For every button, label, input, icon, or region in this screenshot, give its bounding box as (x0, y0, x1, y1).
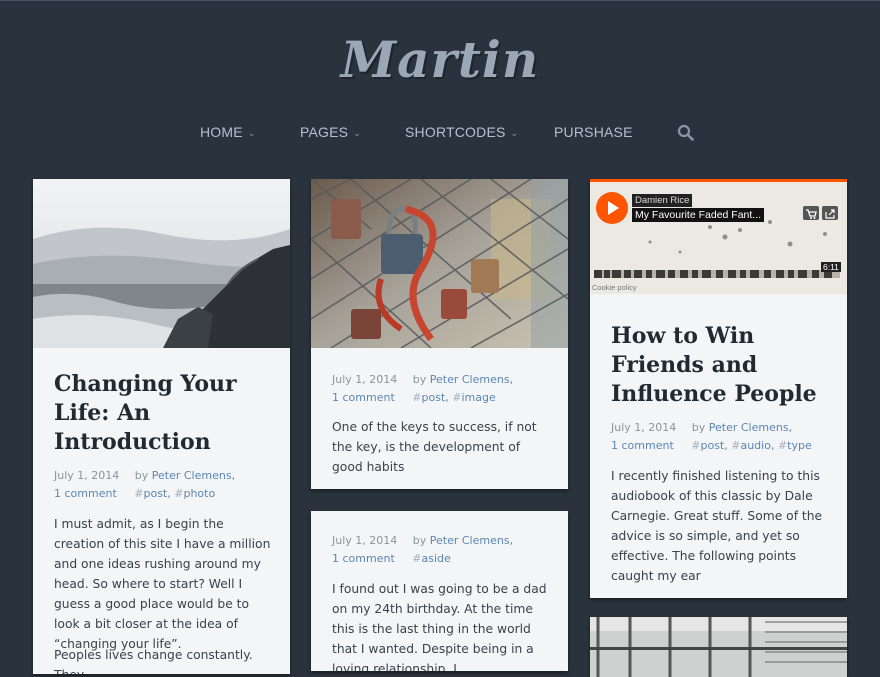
comments-link[interactable]: 1 comment (54, 487, 117, 500)
track-duration: 6:11 (821, 262, 841, 272)
share-button[interactable] (822, 206, 838, 220)
comments-link[interactable]: 1 comment (611, 439, 674, 452)
tag-link[interactable]: image (461, 391, 495, 404)
post-date[interactable]: July 1, 2014 (332, 534, 397, 547)
play-icon (608, 201, 619, 215)
post-card (590, 617, 847, 677)
search-icon[interactable] (677, 124, 694, 141)
post-date[interactable]: July 1, 2014 (54, 469, 119, 482)
seascape-image (33, 179, 290, 348)
post-card-audio: Damien Rice My Favourite Faded Fant... 6… (590, 179, 847, 598)
post-meta: July 1, 2014 by Peter Clemens, 1 comment… (332, 371, 557, 407)
post-excerpt: I must admit, as I begin the creation of… (54, 517, 271, 651)
post-title[interactable]: How to Win Friends and Influence People (611, 322, 836, 409)
post-thumbnail-building[interactable] (590, 617, 847, 677)
post-thumbnail-padlocks[interactable] (311, 179, 568, 348)
padlocks-image (311, 179, 568, 348)
by-label: by (412, 534, 427, 547)
chevron-down-icon: ⌄ (510, 128, 519, 138)
tag-link[interactable]: audio, (740, 439, 774, 452)
building-image (590, 617, 847, 677)
nav-item-shortcodes[interactable]: SHORTCODES ⌄ (405, 124, 518, 140)
site-logo[interactable]: Martin (0, 30, 880, 89)
nav-label: SHORTCODES (405, 124, 506, 140)
tag-link[interactable]: type (787, 439, 812, 452)
author-link[interactable]: Peter Clemens, (430, 373, 513, 386)
post-card-aside: July 1, 2014 by Peter Clemens, 1 comment… (311, 511, 568, 671)
post-meta: July 1, 2014 by Peter Clemens, 1 comment… (611, 419, 836, 455)
post-meta: July 1, 2014 by Peter Clemens, 1 comment… (332, 532, 557, 568)
nav-label: PAGES (300, 124, 349, 140)
post-excerpt: I recently finished listening to this au… (611, 469, 823, 583)
chevron-down-icon: ⌄ (247, 128, 256, 138)
comments-link[interactable]: 1 comment (332, 552, 395, 565)
tag-link[interactable]: post, (421, 391, 448, 404)
by-label: by (134, 469, 149, 482)
player-artwork (590, 182, 847, 294)
share-icon (825, 209, 835, 219)
post-card: July 1, 2014 by Peter Clemens, 1 comment… (311, 179, 568, 489)
nav-label: HOME (200, 124, 243, 140)
post-meta: July 1, 2014 by Peter Clemens, 1 comment… (54, 467, 279, 503)
cart-icon (806, 209, 817, 219)
player-track[interactable]: My Favourite Faded Fant... (632, 208, 765, 222)
hash-icon: # (777, 439, 788, 452)
post-title[interactable]: Changing Your Life: An Introduction (54, 370, 274, 457)
post-date[interactable]: July 1, 2014 (611, 421, 676, 434)
comments-link[interactable]: 1 comment (332, 391, 395, 404)
nav-label: PURSHASE (554, 124, 633, 140)
nav-item-home[interactable]: HOME ⌄ (200, 124, 256, 140)
top-border (0, 0, 880, 1)
tag-link[interactable]: post, (143, 487, 170, 500)
nav-item-pages[interactable]: PAGES ⌄ (300, 124, 361, 140)
play-button[interactable] (596, 192, 628, 224)
post-card: Changing Your Life: An Introduction July… (33, 179, 290, 674)
soundcloud-player[interactable]: Damien Rice My Favourite Faded Fant... 6… (590, 182, 847, 294)
player-artist[interactable]: Damien Rice (632, 194, 693, 207)
buy-button[interactable] (803, 206, 819, 220)
post-excerpt: One of the keys to success, if not the k… (332, 420, 537, 474)
post-thumbnail-seascape[interactable] (33, 179, 290, 348)
main-nav: HOME ⌄ PAGES ⌄ SHORTCODES ⌄ PURSHASE (0, 124, 880, 144)
author-link[interactable]: Peter Clemens, (152, 469, 235, 482)
by-label: by (412, 373, 427, 386)
by-label: by (691, 421, 706, 434)
post-date[interactable]: July 1, 2014 (332, 373, 397, 386)
post-excerpt: I found out I was going to be a dad on m… (332, 582, 547, 671)
tag-link[interactable]: post, (700, 439, 727, 452)
chevron-down-icon: ⌄ (353, 128, 361, 138)
cookie-policy-link[interactable]: Cookie policy (592, 283, 637, 292)
tag-link[interactable]: photo (183, 487, 215, 500)
nav-item-purshase[interactable]: PURSHASE (554, 124, 633, 140)
tag-link[interactable]: aside (421, 552, 450, 565)
author-link[interactable]: Peter Clemens, (430, 534, 513, 547)
author-link[interactable]: Peter Clemens, (709, 421, 792, 434)
